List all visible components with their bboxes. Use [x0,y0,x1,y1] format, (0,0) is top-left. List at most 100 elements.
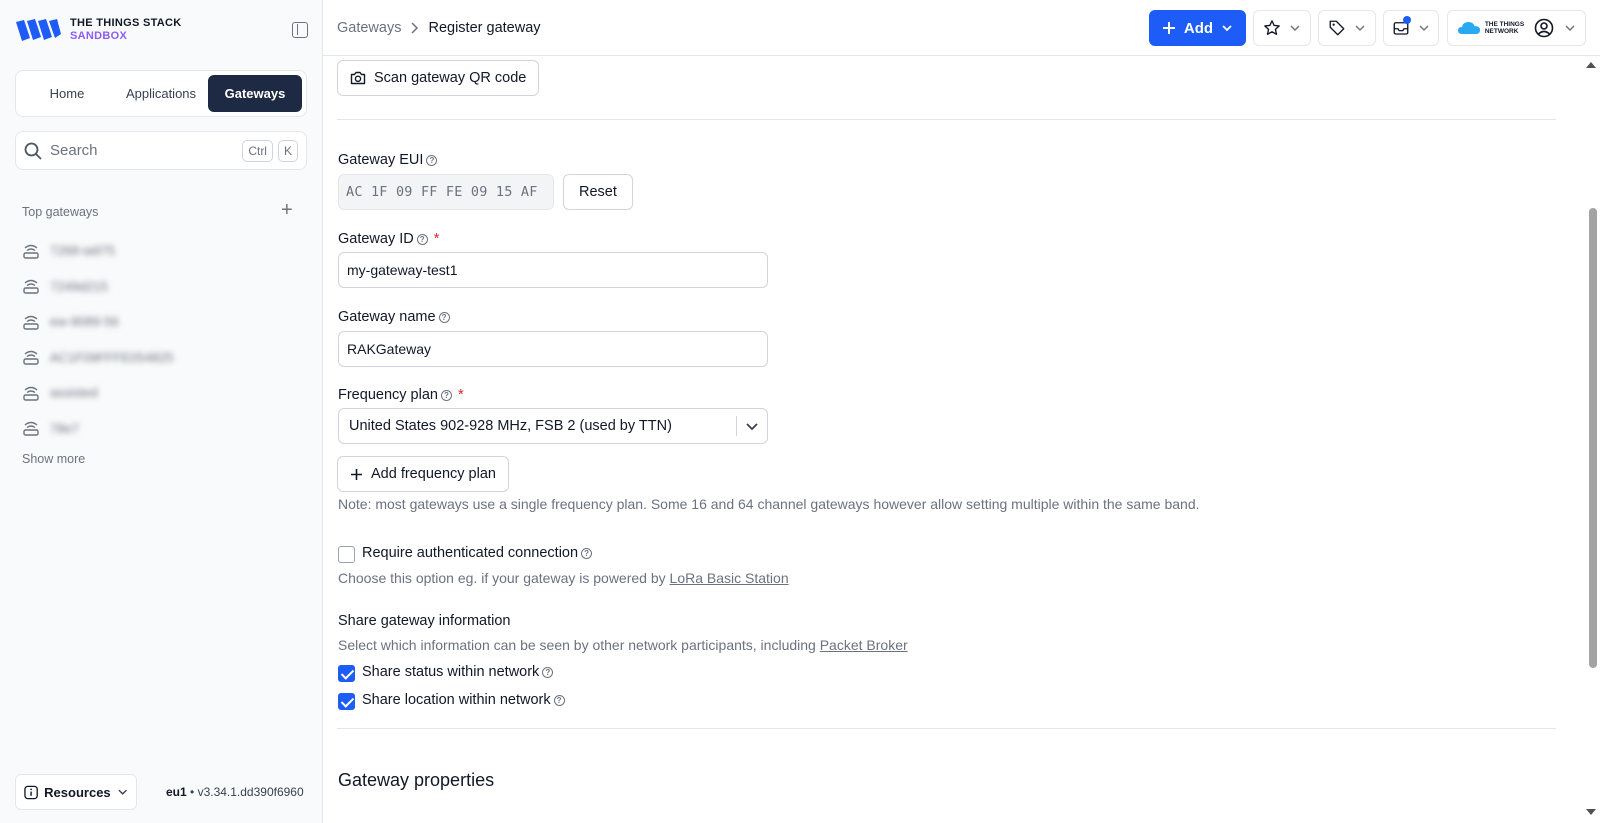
require-auth-note: Choose this option eg. if your gateway i… [338,570,789,586]
show-more-link[interactable]: Show more [22,452,85,466]
help-icon[interactable]: ? [553,694,565,706]
tag-icon [1329,20,1345,36]
plus-icon [351,468,362,480]
ttn-cloud-logo-icon [1457,22,1480,34]
star-icon [1264,20,1280,35]
gateway-name: ew-9089-56 [50,314,119,330]
gateway-list-item[interactable]: 78e7 [22,411,174,447]
chevron-down-icon [1290,25,1300,31]
help-icon[interactable]: ? [440,389,452,401]
require-auth-label: Require authenticated connection ? [362,545,593,561]
share-location-checkbox[interactable] [338,693,355,710]
gateway-name-label: Gateway name ? [338,309,450,325]
require-auth-text: Require authenticated connection [362,545,579,561]
gateway-id-input[interactable]: my-gateway-test1 [338,252,768,288]
gateway-icon [23,280,39,294]
ttn-logo-line1: THE THINGS [1484,21,1525,28]
gateway-name-input[interactable]: RAKGateway [338,331,768,367]
tts-logo-icon [16,19,61,41]
user-menu-button[interactable]: THE THINGS NETWORK [1447,10,1586,46]
gateway-list-item[interactable]: 7249d215 [22,269,174,305]
share-status-checkbox[interactable] [338,665,355,682]
brand-logo[interactable]: THE THINGS STACK SANDBOX [14,16,182,44]
gateway-id-text: Gateway ID [338,231,414,247]
nav-tab-home[interactable]: Home [20,75,114,112]
share-status-text: Share status within network [362,664,540,680]
reset-label: Reset [579,184,617,200]
help-icon[interactable]: ? [416,233,428,245]
frequency-plan-note: Note: most gateways use a single frequen… [338,496,1200,512]
required-asterisk: * [457,387,464,403]
gateway-eui-label: Gateway EUI ? [338,152,438,168]
scrollbar[interactable] [1584,56,1600,823]
help-icon[interactable]: ? [581,547,593,559]
gateway-id-label: Gateway ID ? * [338,231,439,247]
camera-icon [350,71,366,85]
scroll-thumb[interactable] [1589,208,1597,668]
packet-broker-link[interactable]: Packet Broker [820,637,908,653]
gateway-name: 7249d215 [50,278,108,294]
version-info: eu1 • v3.34.1.dd390f6960 [166,785,304,799]
gateway-list-item[interactable]: AC1F09FFFE054825 [22,340,174,376]
help-icon[interactable]: ? [426,154,438,166]
brand-line1: THE THINGS STACK [70,17,182,29]
top-header: Gateways Register gateway Add THE THINGS [323,0,1600,56]
tags-button[interactable] [1318,10,1376,46]
lora-basic-station-link[interactable]: LoRa Basic Station [670,570,789,586]
resources-label: Resources [44,784,111,800]
gateway-name-text: Gateway name [338,309,436,325]
add-top-gateway-icon[interactable]: + [281,200,293,220]
require-auth-checkbox[interactable] [338,546,355,563]
chevron-down-icon [1355,25,1365,31]
brand-line2: SANDBOX [70,30,128,42]
notifications-button[interactable] [1383,10,1439,46]
gateway-icon [23,422,39,436]
add-frequency-plan-button[interactable]: Add frequency plan [337,456,509,492]
gateway-eui-text: Gateway EUI [338,152,424,168]
frequency-plan-label: Frequency plan ? * [338,387,464,403]
ttn-logo-line2: NETWORK [1484,28,1519,35]
bookmarks-button[interactable] [1253,10,1311,46]
search-input[interactable]: Search Ctrl K [15,131,307,170]
chevron-down-icon [118,789,127,795]
gateway-icon [23,244,39,259]
share-location-text: Share location within network [362,692,551,708]
gateway-list-item[interactable]: assisted [22,375,174,411]
gateway-list-item[interactable]: ew-9089-56 [22,304,174,340]
scan-qr-button[interactable]: Scan gateway QR code [337,60,540,96]
main-nav: Home Applications Gateways [15,70,307,117]
required-asterisk: * [433,231,440,247]
share-info-title: Share gateway information [338,613,511,629]
breadcrumb: Gateways Register gateway [337,20,541,36]
chevron-down-icon [1222,25,1232,32]
top-gateways-list: 7268-ia975 7249d215 ew-9089-56 AC1F09FFF… [22,233,174,446]
collapse-sidebar-icon[interactable] [292,22,308,38]
scroll-up-arrow-icon[interactable] [1586,62,1596,68]
add-button[interactable]: Add [1149,10,1246,46]
help-icon[interactable]: ? [542,666,554,678]
breadcrumb-current: Register gateway [428,20,541,36]
section-divider [337,119,1556,120]
scroll-down-arrow-icon[interactable] [1586,809,1596,815]
nav-tab-gateways[interactable]: Gateways [208,75,302,112]
app-root: THE THINGS STACK SANDBOX Home Applicatio… [0,0,1600,823]
nav-tab-applications[interactable]: Applications [114,75,208,112]
search-placeholder: Search [50,142,98,159]
chevron-down-icon [1419,25,1429,31]
breadcrumb-gateways[interactable]: Gateways [337,20,401,36]
section-divider [337,728,1556,729]
frequency-plan-select[interactable]: United States 902-928 MHz, FSB 2 (used b… [338,408,768,444]
frequency-plan-text: Frequency plan [338,387,438,403]
gateway-name: assisted [50,385,98,401]
gateway-name: 7268-ia975 [50,243,116,259]
cluster-name: eu1 [166,785,187,799]
gateway-properties-title: Gateway properties [338,770,495,790]
gateway-list-item[interactable]: 7268-ia975 [22,233,174,269]
gateway-name: 78e7 [50,420,79,436]
chevron-down-icon[interactable] [737,419,767,433]
gateway-name: AC1F09FFFE054825 [50,349,174,365]
reset-eui-button[interactable]: Reset [563,174,633,210]
help-icon[interactable]: ? [438,311,450,323]
add-label: Add [1183,19,1214,37]
resources-button[interactable]: Resources [15,774,137,810]
